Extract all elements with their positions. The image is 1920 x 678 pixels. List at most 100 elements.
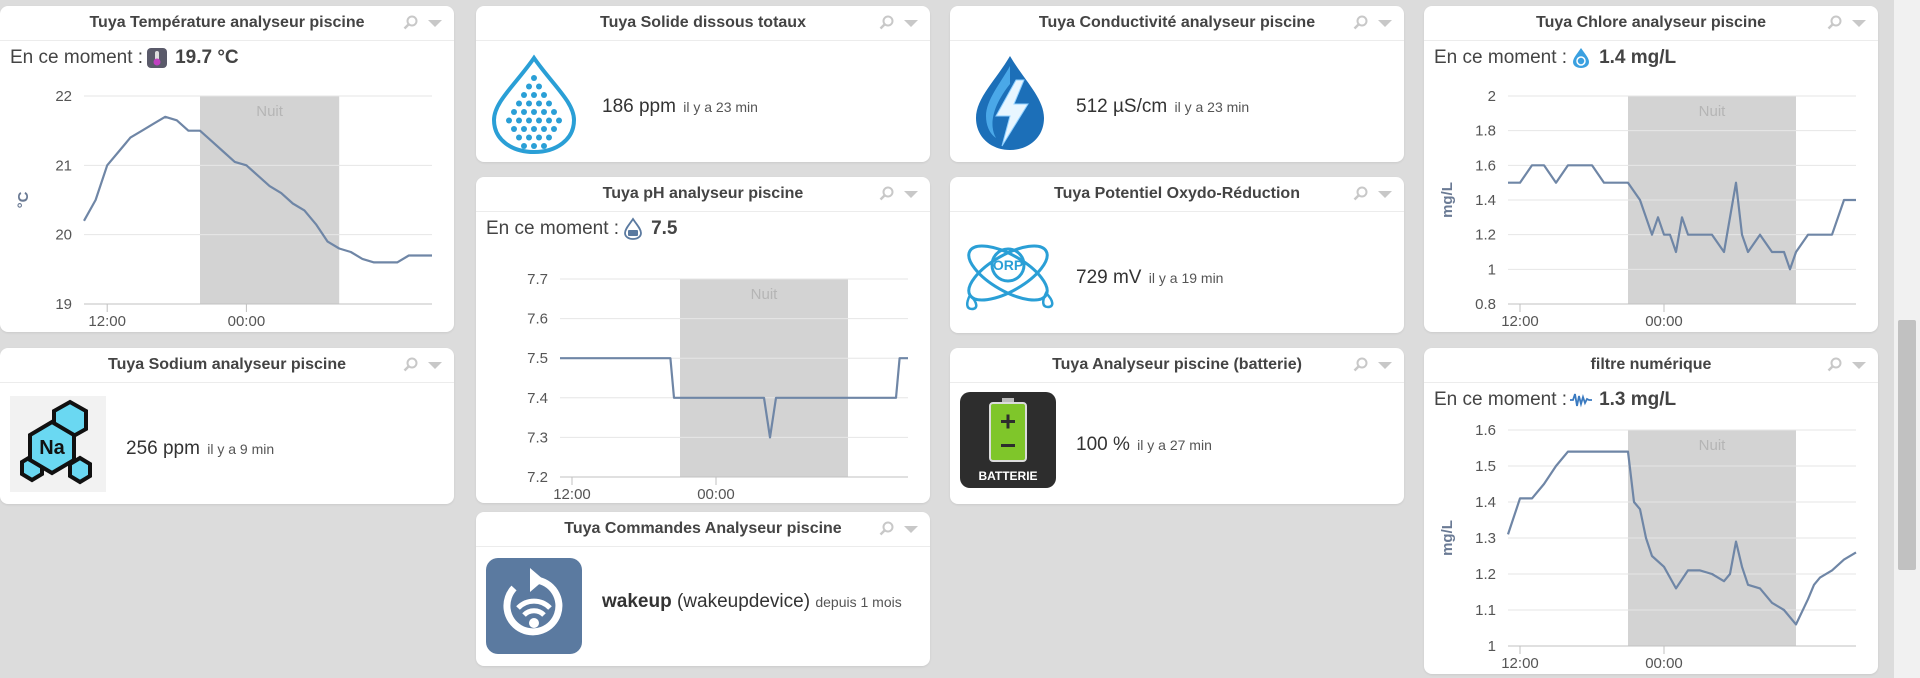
y-tick-label: 1.8	[1475, 123, 1496, 140]
now-label: En ce moment :	[486, 218, 620, 239]
y-tick-label: 7.5	[527, 350, 548, 367]
filter-chart: Nuit 1.6 1.5 1.4 1.3 1.2 1.1 1 12:00 00:00 mg/L	[1439, 422, 1857, 672]
chevron-down-icon[interactable]	[902, 185, 920, 203]
drop-dot-mark	[516, 117, 522, 124]
y-tick-label: 1.3	[1475, 530, 1496, 547]
ph-chart: Nuit 7.7 7.6 7.5 7.4 7.3 7.2 12:00 00:00	[527, 271, 908, 503]
chevron-down-icon[interactable]	[426, 356, 444, 374]
widget-title: Tuya Température analyseur piscine	[89, 14, 365, 31]
y-tick-label: 7.7	[527, 271, 548, 288]
widget-header: Tuya Conductivité analyseur piscine	[950, 6, 1404, 41]
solids-value-line: 186 ppm il y a 23 min	[602, 96, 758, 118]
page-scrollbar[interactable]	[1894, 0, 1920, 678]
widget-title: filtre numérique	[1590, 356, 1712, 373]
drop-dot-mark	[531, 109, 537, 115]
battery-value-line: 100 % il y a 27 min	[1076, 434, 1212, 456]
search-icon[interactable]	[1826, 356, 1844, 374]
widget-chlorine: Tuya Chlore analyseur piscine En ce mome…	[1424, 6, 1878, 332]
drop-dot-mark	[546, 100, 552, 107]
chevron-down-icon[interactable]	[902, 14, 920, 32]
chevron-down-icon[interactable]	[902, 520, 920, 538]
drop-dot-mark	[541, 109, 547, 115]
widget-tools	[402, 14, 444, 32]
search-icon[interactable]	[878, 185, 896, 203]
widget-header: Tuya Chlore analyseur piscine	[1424, 6, 1878, 41]
night-label: Nuit	[256, 103, 284, 120]
search-icon[interactable]	[878, 520, 896, 538]
widget-title: Tuya Sodium analyseur piscine	[108, 356, 346, 373]
y-axis-label: °C	[15, 191, 32, 208]
drop-dot-mark	[536, 117, 542, 124]
y-tick-label: 1.4	[1475, 192, 1496, 209]
search-icon[interactable]	[878, 14, 896, 32]
drop-dot-mark	[531, 126, 537, 132]
drop-dot-mark	[526, 100, 532, 107]
chevron-down-icon[interactable]	[1376, 14, 1394, 32]
drop-dot-mark	[521, 126, 527, 132]
y-tick-label: 21	[55, 157, 72, 174]
widget-tools	[878, 185, 920, 203]
chevron-down-icon[interactable]	[1376, 185, 1394, 203]
now-value: 7.5	[651, 218, 678, 239]
drop-dot-mark	[531, 75, 537, 81]
search-icon[interactable]	[1352, 356, 1370, 374]
current-reading: En ce moment : 1.4 mg/L	[1434, 46, 1676, 70]
widget-title: Tuya Analyseur piscine (batterie)	[1052, 356, 1302, 373]
ph-drop-icon	[624, 217, 642, 240]
current-reading: En ce moment : 19.7 °C	[10, 46, 239, 70]
drop-dot-mark	[521, 109, 527, 115]
y-tick-label: 1.2	[1475, 566, 1496, 583]
widget-header: filtre numérique	[1424, 348, 1878, 383]
command-detail: (wakeupdevice)	[676, 591, 811, 612]
chevron-down-icon[interactable]	[1850, 356, 1868, 374]
widget-header: Tuya pH analyseur piscine	[476, 177, 930, 212]
y-tick-label: 1.2	[1475, 227, 1496, 244]
y-tick-label: 1.1	[1475, 602, 1496, 619]
search-icon[interactable]	[1352, 185, 1370, 203]
x-tick-label: 00:00	[228, 313, 266, 330]
now-label: En ce moment :	[1434, 389, 1568, 410]
widget-filter: filtre numérique En ce moment : 1.3 mg/L…	[1424, 348, 1878, 674]
chevron-down-icon[interactable]	[1376, 356, 1394, 374]
orp-atom-icon: ORP	[966, 244, 1054, 311]
search-icon[interactable]	[1352, 14, 1370, 32]
sodium-value-line: 256 ppm il y a 9 min	[126, 438, 274, 460]
chevron-down-icon[interactable]	[426, 14, 444, 32]
y-tick-label: 1.4	[1475, 494, 1496, 511]
now-value: 1.4 mg/L	[1599, 47, 1677, 68]
command-ago: depuis 1 mois	[815, 594, 902, 610]
widget-commands: Tuya Commandes Analyseur piscine wakeup …	[476, 512, 930, 666]
x-tick-label: 12:00	[1501, 655, 1539, 672]
search-icon[interactable]	[402, 14, 420, 32]
x-tick-label: 00:00	[1645, 655, 1683, 672]
widget-header: Tuya Potentiel Oxydo-Réduction	[950, 177, 1404, 212]
widget-header: Tuya Solide dissous totaux	[476, 6, 930, 41]
battery-value: 100 %	[1076, 434, 1130, 455]
widget-solids: Tuya Solide dissous totaux 186 ppm il y …	[476, 6, 930, 162]
widget-tools	[878, 520, 920, 538]
drop-dot-mark	[526, 117, 532, 124]
sodium-icon: Na	[10, 396, 106, 492]
y-tick-label: 20	[55, 227, 72, 244]
widget-tools	[1826, 356, 1868, 374]
widget-tools	[1352, 185, 1394, 203]
widget-header: Tuya Température analyseur piscine	[0, 6, 454, 41]
drop-dot-mark	[536, 134, 542, 141]
widget-battery: Tuya Analyseur piscine (batterie) BATTER…	[950, 348, 1404, 504]
drop-dot-mark	[526, 134, 532, 141]
chevron-down-icon[interactable]	[1850, 14, 1868, 32]
scrollbar-thumb[interactable]	[1898, 320, 1916, 570]
search-icon[interactable]	[1826, 14, 1844, 32]
solids-ago: il y a 23 min	[683, 99, 758, 115]
x-tick-label: 12:00	[88, 313, 126, 330]
drop-dot-mark	[531, 92, 537, 98]
y-tick-label: 7.2	[527, 469, 548, 486]
y-tick-label: 1.6	[1475, 157, 1496, 174]
water-lightning-icon	[976, 56, 1044, 150]
y-tick-label: 2	[1488, 88, 1496, 105]
wakeup-command-icon[interactable]	[486, 558, 582, 654]
search-icon[interactable]	[402, 356, 420, 374]
night-band	[200, 96, 340, 304]
drop-dot-mark	[511, 109, 517, 115]
now-value: 19.7 °C	[175, 47, 239, 68]
